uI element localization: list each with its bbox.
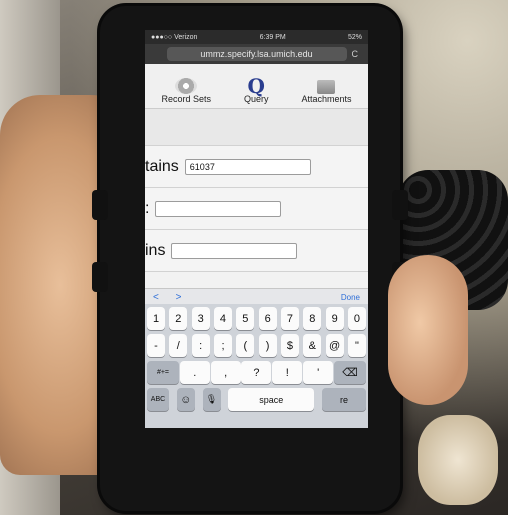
section-gap xyxy=(145,109,368,146)
next-field-button[interactable]: > xyxy=(176,292,182,303)
key[interactable]: 5 xyxy=(236,307,255,330)
more-symbols-key[interactable]: #+= xyxy=(147,361,179,384)
key[interactable]: ! xyxy=(272,361,303,384)
nav-query[interactable]: Q Query xyxy=(243,74,269,104)
query-icon: Q xyxy=(247,74,265,98)
keyboard-toolbar: < > Done xyxy=(145,288,368,305)
phone-screen: ●●●○○ Verizon 6:39 PM 52% ummz.specify.l… xyxy=(145,30,368,428)
address-bar[interactable]: ummz.specify.lsa.umich.edu C xyxy=(145,44,368,64)
right-thumb xyxy=(388,255,468,405)
key[interactable]: ( xyxy=(236,334,255,357)
previous-field-button[interactable]: < xyxy=(153,292,159,303)
key[interactable]: @ xyxy=(325,334,344,357)
case-clip xyxy=(92,262,108,292)
key[interactable]: 9 xyxy=(325,307,344,330)
key[interactable]: 0 xyxy=(347,307,366,330)
status-bar: ●●●○○ Verizon 6:39 PM 52% xyxy=(145,30,368,44)
key[interactable]: $ xyxy=(280,334,299,357)
query-row: tains 61037 xyxy=(145,146,368,188)
attachments-icon xyxy=(317,80,336,94)
done-button[interactable]: Done xyxy=(341,293,360,302)
query-value-input[interactable] xyxy=(171,242,298,259)
key[interactable]: ? xyxy=(241,361,272,384)
key[interactable]: 8 xyxy=(303,307,322,330)
key[interactable]: ) xyxy=(258,334,277,357)
return-key[interactable]: re xyxy=(322,388,366,411)
app-nav: Record Sets Q Query Attachments xyxy=(145,64,368,109)
nav-label: Attachments xyxy=(301,94,352,104)
key[interactable]: 6 xyxy=(258,307,277,330)
specimen xyxy=(418,415,498,505)
space-key[interactable]: space xyxy=(228,388,315,411)
case-clip xyxy=(92,190,108,220)
key[interactable]: , xyxy=(210,361,241,384)
case-clip xyxy=(392,190,408,220)
key[interactable]: 2 xyxy=(169,307,188,330)
record-sets-icon xyxy=(175,78,198,94)
key[interactable]: 3 xyxy=(191,307,210,330)
key[interactable]: ; xyxy=(213,334,232,357)
on-screen-keyboard: 1 2 3 4 5 6 7 8 9 0 - / : ; ( ) $ & @ " … xyxy=(145,304,368,428)
backspace-icon[interactable]: ⌫ xyxy=(333,361,366,384)
key[interactable]: 1 xyxy=(147,307,165,330)
nav-record-sets[interactable]: Record Sets xyxy=(161,78,211,104)
operator-label: tains xyxy=(145,157,179,175)
abc-key[interactable]: ABC xyxy=(147,388,169,411)
carrier-label: ●●●○○ Verizon xyxy=(151,33,198,41)
nav-label: Record Sets xyxy=(161,94,212,104)
query-value-input[interactable] xyxy=(155,200,282,217)
key[interactable]: " xyxy=(347,334,366,357)
nav-attachments[interactable]: Attachments xyxy=(301,80,352,104)
operator-label: ins xyxy=(145,241,166,259)
nav-label: Query xyxy=(243,94,269,104)
query-row: ins xyxy=(145,230,368,272)
key[interactable]: 4 xyxy=(213,307,232,330)
key[interactable]: - xyxy=(147,334,165,357)
query-row: : xyxy=(145,188,368,230)
emoji-icon[interactable]: ☺ xyxy=(176,388,195,411)
key[interactable]: . xyxy=(179,361,210,384)
key[interactable]: ' xyxy=(303,361,334,384)
query-value-input[interactable]: 61037 xyxy=(184,158,311,175)
key[interactable]: : xyxy=(191,334,210,357)
url-field[interactable]: ummz.specify.lsa.umich.edu xyxy=(166,47,347,61)
key[interactable]: 7 xyxy=(280,307,299,330)
reload-icon[interactable]: C xyxy=(352,49,359,59)
clock: 6:39 PM xyxy=(259,33,286,41)
key[interactable]: / xyxy=(169,334,188,357)
key-row-symbols: - / : ; ( ) $ & @ " xyxy=(147,334,366,357)
key-row-punctuation: #+= . , ? ! ' ⌫ xyxy=(147,361,366,384)
key-row-numbers: 1 2 3 4 5 6 7 8 9 0 xyxy=(147,307,366,330)
microphone-icon[interactable]: 🎙 xyxy=(202,388,221,411)
key[interactable]: & xyxy=(303,334,322,357)
key-row-bottom: ABC ☺ 🎙 space re xyxy=(147,388,366,411)
battery-label: 52% xyxy=(347,33,362,41)
operator-label: : xyxy=(145,199,150,217)
